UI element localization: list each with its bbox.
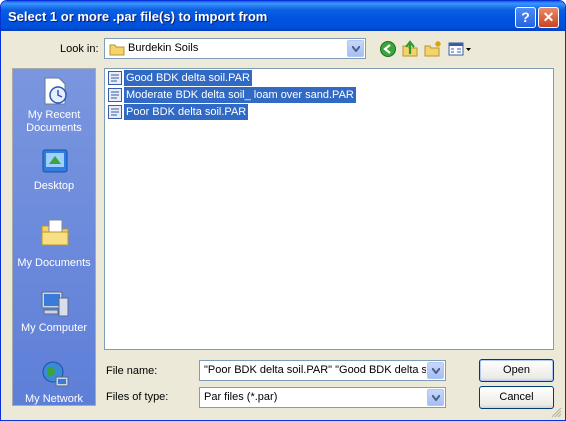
file-name-input[interactable]: "Poor BDK delta soil.PAR" "Good BDK delt… (199, 360, 446, 381)
par-file-icon (108, 71, 122, 85)
desktop-icon (42, 149, 68, 173)
window-title: Select 1 or more .par file(s) to import … (8, 9, 268, 24)
help-button[interactable]: ? (515, 7, 536, 28)
my-network-icon (42, 361, 69, 387)
place-label: My Documents (17, 257, 91, 269)
file-list[interactable]: Good BDK delta soil.PAR Moderate BDK del… (104, 68, 554, 350)
resize-grip-icon[interactable] (550, 406, 562, 418)
places-bar: My Recent Documents Desktop My Documents (12, 68, 96, 406)
new-folder-icon[interactable] (424, 40, 442, 58)
chevron-down-icon (432, 395, 440, 401)
dialog-window: Select 1 or more .par file(s) to import … (0, 0, 566, 421)
par-file-icon (108, 105, 122, 119)
views-menu-icon[interactable] (448, 40, 472, 58)
file-name: Good BDK delta soil.PAR (124, 70, 252, 86)
chevron-down-icon (352, 46, 360, 52)
par-file-icon (108, 88, 122, 102)
open-button[interactable]: Open (479, 359, 554, 382)
close-button[interactable]: ✕ (538, 7, 559, 28)
files-of-type-dropdown-button[interactable] (427, 389, 444, 406)
file-name: Moderate BDK delta soil_ loam over sand.… (124, 87, 356, 103)
place-label: Desktop (33, 180, 75, 192)
look-in-dropdown[interactable]: Burdekin Soils (104, 38, 366, 59)
chevron-down-icon (432, 368, 440, 374)
file-name-value: "Poor BDK delta soil.PAR" "Good BDK delt… (204, 364, 426, 376)
folder-icon (109, 44, 125, 56)
look-in-label: Look in: (60, 43, 99, 55)
cancel-button[interactable]: Cancel (479, 386, 554, 409)
place-label: My Computer (20, 322, 88, 334)
recent-documents-icon (44, 77, 67, 105)
my-documents-icon (41, 219, 69, 246)
files-of-type-dropdown[interactable]: Par files (*.par) (199, 387, 446, 408)
up-one-level-icon[interactable] (401, 40, 419, 58)
place-label: My Recent Documents (26, 109, 82, 134)
place-label: My Network (24, 393, 84, 405)
look-in-dropdown-button[interactable] (347, 40, 364, 57)
file-name-label: File name: (106, 365, 158, 377)
file-name: Poor BDK delta soil.PAR (124, 104, 249, 120)
back-icon[interactable] (379, 40, 397, 58)
files-of-type-label: Files of type: (106, 391, 169, 403)
my-computer-icon (41, 291, 69, 317)
look-in-value: Burdekin Soils (128, 42, 199, 54)
title-bar[interactable]: Select 1 or more .par file(s) to import … (1, 1, 565, 31)
files-of-type-value: Par files (*.par) (204, 391, 278, 403)
file-name-dropdown-button[interactable] (427, 362, 444, 379)
